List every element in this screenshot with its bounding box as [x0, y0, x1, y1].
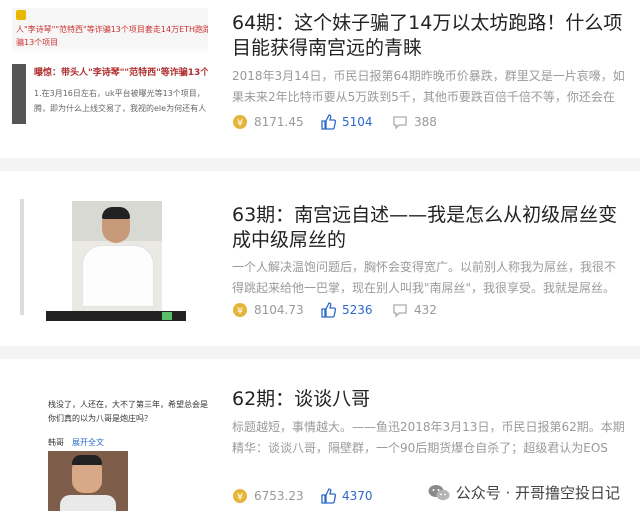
- divider: [0, 346, 640, 359]
- thumb-line: 骗13个项目: [16, 38, 59, 47]
- article-excerpt: 标题越短，事情越大。——鱼迅2018年3月13日，币民日报第62期。本期精华：谈…: [232, 420, 625, 455]
- article-thumbnail[interactable]: 人"李诗琴""范特西"等诈骗13个项目套走14万ETH跑路 骗13个项目 曝惊：…: [12, 8, 208, 132]
- comment-icon: [393, 304, 407, 318]
- thumb-line: 栈没了，人还在，大不了第三年，希望总会是有的。: [48, 400, 208, 409]
- thumb-tag: 展开全文: [72, 438, 104, 447]
- article-excerpt: 一个人解决温饱问题后，胸怀会变得宽广。以前别人称我为屌丝，我很不得跳起来给他一巴…: [232, 260, 617, 295]
- comment-count[interactable]: 432: [392, 302, 437, 318]
- like-value: 5236: [342, 303, 373, 317]
- portrait-photo: [48, 451, 128, 511]
- svg-text:¥: ¥: [237, 492, 243, 503]
- wechat-watermark: 公众号 · 开哥撸空投日记: [428, 482, 620, 503]
- thumb-line: 人"李诗琴""范特西"等诈骗13个项目套走14万ETH跑路: [16, 25, 208, 34]
- article-title[interactable]: 64期：这个妹子骗了14万以太坊跑路！什么项目能获得南宫远的青睐: [232, 11, 627, 61]
- article-title[interactable]: 63期：南宫远自述——我是怎么从初级屌丝变成中级屌丝的: [232, 203, 627, 253]
- article-stats: ¥ 8171.45 5104 388: [232, 114, 627, 134]
- badge-icon: [16, 10, 26, 20]
- thumb-body: 腾，即为什么上线交易了，我视的ele为何还有人: [34, 104, 207, 113]
- watermark-text: 公众号 · 开哥撸空投日记: [455, 484, 620, 502]
- thumb-author: 韩哥: [48, 438, 64, 447]
- thumb-body: 1.在3月16日左右，uk平台被曝光等13个项目，: [34, 89, 205, 98]
- like-count[interactable]: 5236: [320, 302, 373, 318]
- article-thumbnail[interactable]: [12, 199, 208, 323]
- like-count[interactable]: 4370: [320, 488, 373, 504]
- comment-count[interactable]: 388: [392, 114, 437, 130]
- article-title[interactable]: 62期：谈谈八哥: [232, 387, 627, 412]
- article-stats: ¥ 8104.73 5236 432: [232, 302, 627, 322]
- coin-icon: ¥: [233, 115, 247, 129]
- thumb-headline: 曝惊：带头人"李诗琴""范特西"等诈骗13个项目: [34, 68, 208, 78]
- divider: [0, 158, 640, 171]
- thumb-line: 你们真的以为八哥是炮庄吗？: [48, 414, 152, 423]
- svg-text:¥: ¥: [237, 118, 243, 129]
- comment-value: 432: [414, 303, 437, 317]
- article-excerpt: 2018年3月14日，币民日报第64期昨晚币价暴跌，群里又是一片哀嚎，如果未来2…: [232, 69, 625, 104]
- coin-value: 8171.45: [254, 115, 304, 129]
- comment-icon: [393, 116, 407, 130]
- portrait-photo: [72, 201, 162, 311]
- coin-icon: ¥: [233, 489, 247, 503]
- like-count[interactable]: 5104: [320, 114, 373, 130]
- coin-count: ¥ 8104.73: [232, 302, 304, 318]
- coin-icon: ¥: [233, 303, 247, 317]
- article-thumbnail[interactable]: 栈没了，人还在，大不了第三年，希望总会是有的。 你们真的以为八哥是炮庄吗？ 韩哥…: [12, 389, 208, 513]
- svg-text:¥: ¥: [237, 306, 243, 317]
- thumbs-up-icon: [321, 114, 336, 130]
- like-value: 5104: [342, 115, 373, 129]
- thumb-image-strip: [12, 64, 26, 124]
- article-card-63[interactable]: 63期：南宫远自述——我是怎么从初级屌丝变成中级屌丝的 一个人解决温饱问题后，胸…: [0, 171, 640, 346]
- like-value: 4370: [342, 489, 373, 503]
- thumbs-up-icon: [321, 488, 336, 504]
- article-card-64[interactable]: 人"李诗琴""范特西"等诈骗13个项目套走14万ETH跑路 骗13个项目 曝惊：…: [0, 0, 640, 158]
- coin-count: ¥ 6753.23: [232, 488, 304, 504]
- coin-value: 6753.23: [254, 489, 304, 503]
- thumbs-up-icon: [321, 302, 336, 318]
- coin-count: ¥ 8171.45: [232, 114, 304, 130]
- comment-value: 388: [414, 115, 437, 129]
- wechat-icon: [428, 484, 450, 500]
- coin-value: 8104.73: [254, 303, 304, 317]
